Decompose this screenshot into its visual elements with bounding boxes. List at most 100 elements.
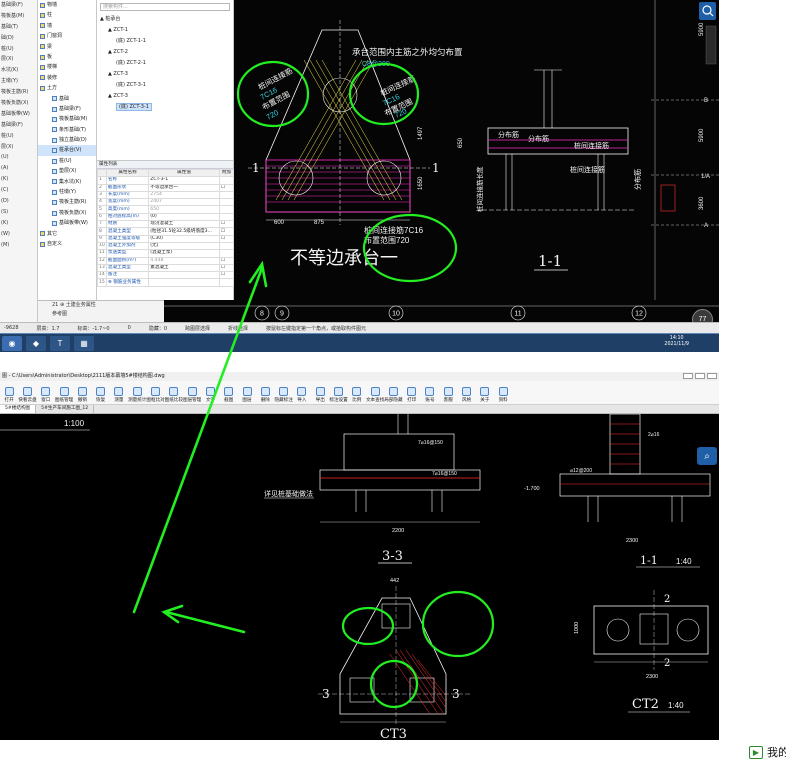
struct-tree-item[interactable]: (底) ZCT-2-1: [97, 58, 233, 69]
prop-cell-v[interactable]: 现浇混凝土: [148, 220, 220, 229]
component-tree[interactable]: 物墙柱墙门窗洞梁板楼梯 装修 土方 基础 基础梁(F) 筏板基础(M) 条形基础(T) 独立基…: [38, 0, 97, 300]
component-tree-item[interactable]: 柱: [38, 10, 96, 20]
prop-cell-v[interactable]: 650: [148, 205, 220, 214]
component-tree-item[interactable]: 垫层(X): [38, 166, 96, 176]
left-tree-item[interactable]: (W): [0, 229, 37, 240]
table-row[interactable]: 6 相对底标高(m) (0): [97, 212, 235, 222]
qq-icon[interactable]: ◆: [26, 336, 46, 351]
prop-cell-c[interactable]: ☐: [218, 220, 235, 229]
table-row[interactable]: 3 长度(mm) 2754: [97, 190, 235, 200]
left-tree-item[interactable]: 筏板基(M): [0, 11, 37, 22]
left-tree-item[interactable]: 桩(U): [0, 44, 37, 55]
prop-cell-v[interactable]: (粒径31.5砼32.5级坍落度3...: [148, 227, 220, 236]
component-tree-item[interactable]: 墙: [38, 21, 96, 31]
toolbar-button[interactable]: 风格: [457, 387, 475, 404]
struct-tree-item[interactable]: ▲ ZCT-1: [97, 25, 233, 36]
component-tree-item[interactable]: 基础: [38, 94, 96, 104]
prop-cell-c[interactable]: [218, 190, 235, 200]
struct-search-input[interactable]: 搜索构件...: [100, 3, 230, 11]
search-icon[interactable]: ⌕: [697, 447, 717, 465]
tab-workshop-drawing[interactable]: 5#生产车间施工图_12: [36, 405, 95, 413]
prop-cell-v[interactable]: ZCT-3-1: [148, 176, 220, 185]
prop-cell-v[interactable]: 4.448: [148, 256, 220, 265]
prop-cell-v[interactable]: (混凝土泵): [148, 249, 220, 258]
footer-label[interactable]: 我的: [767, 744, 786, 760]
component-tree-item[interactable]: 筏板负筋(X): [38, 208, 96, 218]
toolbar-button[interactable]: 测量统计: [128, 387, 146, 404]
structure-panel[interactable]: 搜索构件... ▲ 桩承台 ▲ ZCT-1 (底) ZCT-1-1 ▲ ZCT-2 (底…: [97, 0, 234, 160]
table-row[interactable]: 2 截面形状 不等边承台一 ☐: [97, 183, 235, 192]
struct-tree-item[interactable]: (底) ZCT-3-1: [97, 80, 233, 91]
prop-cell-c[interactable]: [218, 205, 235, 214]
component-tree-item[interactable]: 桩(U): [38, 156, 96, 166]
component-tree-item[interactable]: 门窗洞: [38, 31, 96, 41]
left-tree-item[interactable]: (C): [0, 185, 37, 196]
toolbar-button[interactable]: 导出: [311, 387, 329, 404]
prop-cell-c[interactable]: [218, 249, 235, 258]
left-tree-item[interactable]: (D): [0, 196, 37, 207]
left-tree-item[interactable]: (A): [0, 163, 37, 174]
cad-canvas-bottom[interactable]: 1:100 详见桩基础做法 2200 7⌀16@150 7⌀16@150 3-3: [0, 414, 719, 740]
table-row[interactable]: 12 截面面积(m²) 4.448 ☐: [97, 256, 235, 265]
component-tree-item[interactable]: 板: [38, 52, 96, 62]
prop-cell-c[interactable]: ☐: [218, 263, 235, 273]
status-polyline[interactable]: 折线选择: [228, 325, 248, 332]
toolbar-button[interactable]: 窗口: [37, 387, 55, 404]
left-tree-item[interactable]: 基础(T): [0, 22, 37, 33]
prop-cell-v[interactable]: 2407: [148, 198, 220, 207]
left-tree-item[interactable]: (U): [0, 152, 37, 163]
component-tree-item[interactable]: 土方: [38, 83, 96, 93]
left-tree-item[interactable]: (M): [0, 240, 37, 251]
struct-tree-item[interactable]: ▲ ZCT-3: [97, 69, 233, 80]
app-t-icon[interactable]: T: [50, 336, 70, 351]
toolbar-button[interactable]: 局部隐藏: [384, 387, 403, 404]
left-tree-item[interactable]: 础(D): [0, 33, 37, 44]
toolbar-button[interactable]: 比例: [348, 387, 366, 404]
tray-clock[interactable]: 14:10 2021/11/9: [664, 336, 689, 348]
table-row[interactable]: 13 混凝土类型 素混凝土 ☐: [97, 263, 235, 273]
left-tree-item[interactable]: 主墩(Y): [0, 76, 37, 87]
toolbar-button[interactable]: 标注设置: [329, 387, 348, 404]
left-tree-item[interactable]: 水坑(K): [0, 65, 37, 76]
prop-cell-v[interactable]: [148, 271, 220, 280]
left-partial-tree[interactable]: 基础梁(F) 筏板基(M) 基础(T) 础(D) 桩(U) 层(X) 水坑(K) 主墩(Y) 筏…: [0, 0, 38, 330]
property-panel[interactable]: 属性列表 属性名称 属性值 附加 1 名称 ZCT-3-1 2 截面形状 不等边承台一 ☐ 3 长度…: [97, 160, 235, 300]
play-icon[interactable]: ▶: [749, 745, 763, 759]
struct-tree-item[interactable]: (底) ZCT-1-1: [97, 36, 233, 47]
component-tree-item[interactable]: 筏板主筋(R): [38, 197, 96, 207]
struct-tree[interactable]: ▲ 桩承台 ▲ ZCT-1 (底) ZCT-1-1 ▲ ZCT-2 (底) ZCT-2-…: [97, 14, 233, 113]
table-row[interactable]: 5 高度(mm) 650: [97, 205, 235, 214]
table-row[interactable]: 10 混凝土外加剂 (无): [97, 241, 235, 251]
toolbar-button[interactable]: 图纸管理: [55, 387, 73, 404]
toolbar-button[interactable]: 删除: [256, 387, 274, 404]
left-tree-item[interactable]: (K): [0, 174, 37, 185]
prop-cell-c[interactable]: ☐: [218, 227, 235, 236]
left-tree-item[interactable]: 基础梁(F): [0, 0, 37, 11]
struct-tree-item[interactable]: ▲ 桩承台: [97, 14, 233, 25]
prop-cell-c[interactable]: [218, 241, 235, 251]
component-tree-item[interactable]: 筏板基础(M): [38, 114, 96, 124]
cad-canvas-top[interactable]: 1 1 600 875 1497 1650 承台范围内主筋之外均匀布置 C8@2…: [234, 0, 651, 300]
prop-cell-c[interactable]: [218, 212, 235, 222]
component-tree-item[interactable]: 桩承台(V): [38, 145, 96, 156]
component-tree-item[interactable]: 装修: [38, 73, 96, 83]
component-tree-item[interactable]: 自定义: [38, 239, 96, 249]
table-row[interactable]: 8 混凝土类型 (粒径31.5砼32.5级坍落度3... ☐: [97, 227, 235, 236]
prop-cell-c[interactable]: ☐: [218, 234, 235, 243]
toolbar-button[interactable]: 恢复: [91, 387, 109, 404]
toolbar-button[interactable]: 打印: [403, 387, 421, 404]
component-tree-item[interactable]: 其它: [38, 229, 96, 239]
component-tree-item[interactable]: 梁: [38, 42, 96, 52]
property-table[interactable]: 属性名称 属性值 附加 1 名称 ZCT-3-1 2 截面形状 不等边承台一 ☐ 3 长度(mm) 2…: [97, 168, 235, 287]
prop-cell-v[interactable]: (C30): [148, 234, 220, 243]
toolbar-button[interactable]: 图纸比较: [165, 387, 183, 404]
toolbar-button[interactable]: 资料: [494, 387, 512, 404]
toolbar-button[interactable]: 隐藏标注: [274, 387, 293, 404]
page-footer[interactable]: ▶ 我的: [749, 744, 786, 760]
struct-tree-item[interactable]: ▲ ZCT-3: [97, 91, 233, 102]
drawing-tabs[interactable]: 5#楼结构图 5#生产车间施工图_12: [0, 405, 719, 414]
component-tree-item[interactable]: 条形基础(T): [38, 125, 96, 135]
table-row[interactable]: 7 材质 现浇混凝土 ☐: [97, 220, 235, 229]
table-row[interactable]: 14 备注 ☐: [97, 271, 235, 280]
left-tree-item[interactable]: 基础板带(W): [0, 109, 37, 120]
